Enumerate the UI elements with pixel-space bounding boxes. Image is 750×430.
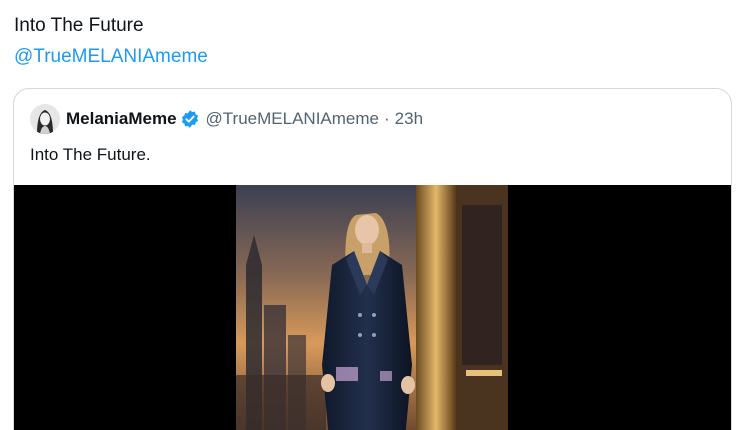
media-container (14, 185, 731, 430)
post-text: Into The Future (14, 15, 144, 36)
author-name[interactable]: MelaniaMeme (66, 109, 177, 129)
quoted-post-card[interactable]: MelaniaMeme @TrueMELANIAmeme · 23h Into … (13, 88, 732, 430)
mention-link[interactable]: @TrueMELANIAmeme (14, 45, 208, 69)
author-handle[interactable]: @TrueMELANIAmeme (206, 109, 379, 129)
separator-dot: · (384, 109, 390, 128)
avatar[interactable] (30, 104, 60, 134)
quoted-post-text: Into The Future. (30, 145, 151, 164)
quoted-post-header: MelaniaMeme @TrueMELANIAmeme · 23h (30, 104, 423, 134)
post-image[interactable] (236, 185, 508, 430)
post-timestamp[interactable]: 23h (395, 109, 423, 129)
post: Into The Future @TrueMELANIAmeme Melania… (0, 0, 750, 430)
verified-badge-icon (181, 110, 198, 128)
